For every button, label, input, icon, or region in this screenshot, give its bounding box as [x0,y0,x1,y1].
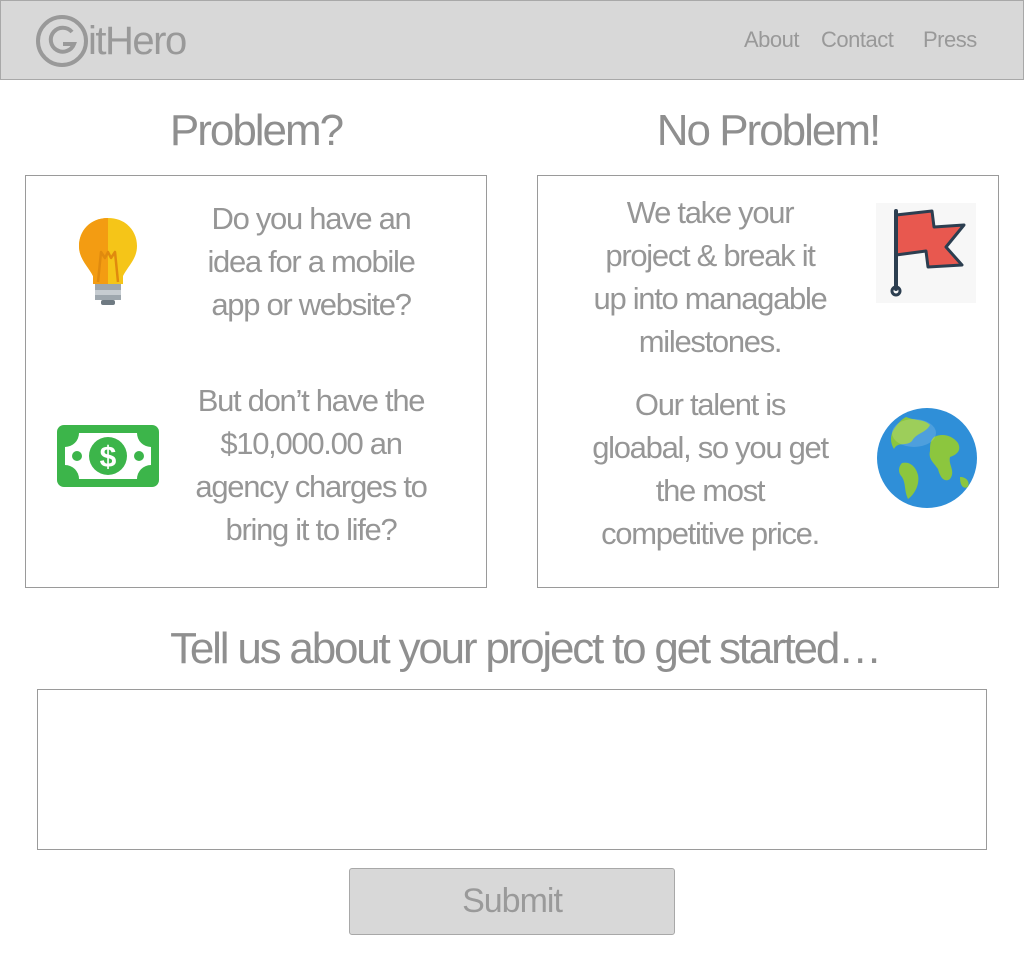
problem-cost-text: But don’t have the $10,000.00 an agency … [195,383,428,547]
nav-about[interactable]: About [744,27,800,53]
solution-title: No Problem! [656,106,882,155]
svg-text:$: $ [100,441,117,474]
top-nav-bar: itHero About Contact Press [0,0,1024,80]
globe-icon [877,408,977,508]
cta-heading: Tell us about your project to get starte… [170,624,882,673]
solution-global-text: Our talent is gloabal, so you get the mo… [592,387,829,551]
flag-icon [876,203,976,303]
solution-milestones-text: We take your project & break it up into … [593,195,828,359]
nav-press[interactable]: Press [923,27,977,53]
nav-contact[interactable]: Contact [821,27,894,53]
submit-button[interactable]: Submit [349,868,675,935]
problem-idea-text: Do you have an idea for a mobile app or … [207,201,415,322]
githero-logo[interactable]: itHero [35,13,187,69]
solution-panel: We take your project & break it up into … [537,175,999,588]
problem-title: Problem? [169,106,344,155]
money-bill-icon: $ [57,425,159,487]
lightbulb-icon [79,218,137,305]
project-description-textarea[interactable] [37,689,987,850]
logo-text: itHero [88,19,187,63]
logo-g-icon [36,15,88,67]
problem-panel: Do you have an idea for a mobile app or … [25,175,487,588]
